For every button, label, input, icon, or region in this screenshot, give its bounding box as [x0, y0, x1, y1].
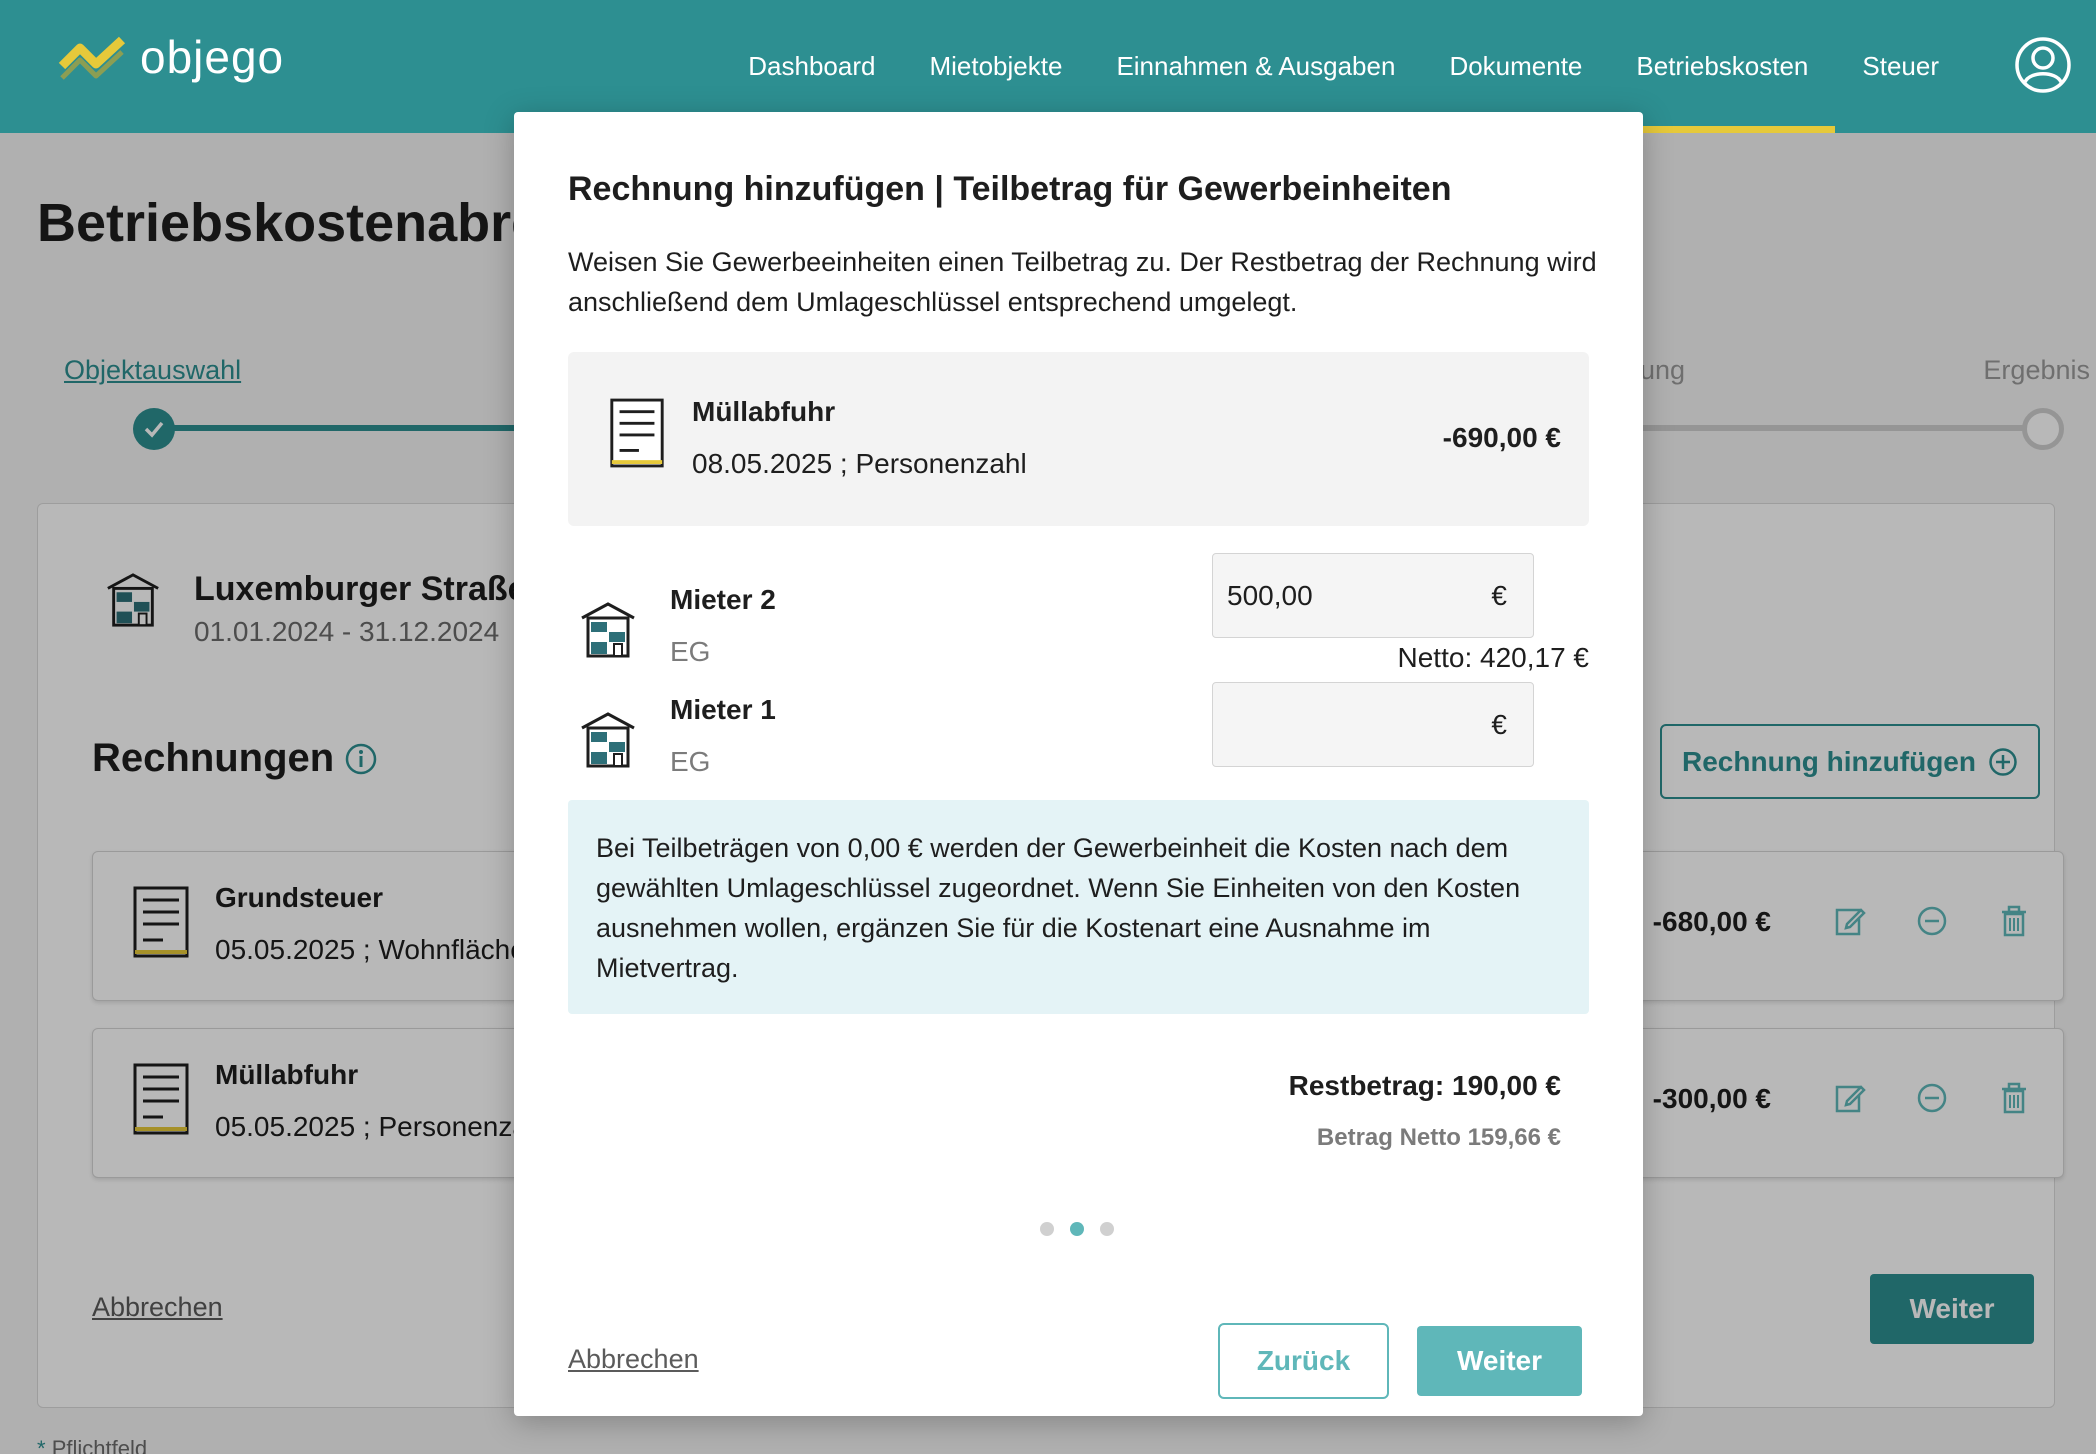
- modal-invoice-summary: Müllabfuhr 08.05.2025 ; Personenzahl -69…: [568, 352, 1589, 526]
- step-pagination: [1040, 1222, 1114, 1236]
- pagination-dot-active: [1070, 1222, 1084, 1236]
- amount-field-mieter-2: €: [1212, 553, 1534, 638]
- amount-field-mieter-1: €: [1212, 682, 1534, 767]
- user-account-icon[interactable]: [2014, 36, 2072, 94]
- logo[interactable]: objego: [58, 30, 284, 84]
- tenant-unit: EG: [670, 636, 711, 667]
- add-invoice-modal: Rechnung hinzufügen | Teilbetrag für Gew…: [514, 112, 1643, 1416]
- modal-next-button[interactable]: Weiter: [1417, 1326, 1582, 1396]
- amount-input-mieter-1[interactable]: [1213, 683, 1473, 766]
- building-icon: [581, 712, 635, 768]
- modal-invoice-meta: 08.05.2025 ; Personenzahl: [692, 448, 1027, 479]
- info-note: Bei Teilbeträgen von 0,00 € werden der G…: [568, 800, 1589, 1014]
- currency-label: €: [1491, 709, 1507, 740]
- logo-text: objego: [140, 31, 285, 83]
- rest-amount: Restbetrag: 190,00 €: [1288, 1070, 1561, 1101]
- tenant-unit: EG: [670, 746, 711, 777]
- rest-amount-netto: Betrag Netto 159,66 €: [1316, 1124, 1561, 1151]
- invoice-document-icon: [610, 398, 664, 468]
- logo-mark-icon: [58, 36, 126, 80]
- pagination-dot: [1040, 1222, 1054, 1236]
- currency-label: €: [1491, 580, 1507, 611]
- netto-amount-mieter-2: Netto: 420,17 €: [1397, 642, 1589, 673]
- modal-invoice-name: Müllabfuhr: [692, 396, 836, 427]
- tenant-name: Mieter 2: [670, 584, 776, 615]
- building-icon: [581, 602, 635, 658]
- amount-input-mieter-2[interactable]: [1213, 554, 1473, 637]
- modal-back-button[interactable]: Zurück: [1218, 1323, 1389, 1399]
- modal-cancel-link[interactable]: Abbrechen: [568, 1344, 699, 1375]
- modal-description: Weisen Sie Gewerbeeinheiten einen Teilbe…: [568, 247, 1597, 317]
- modal-invoice-amount: -690,00 €: [1442, 422, 1561, 453]
- pagination-dot: [1100, 1222, 1114, 1236]
- nav-betriebskosten[interactable]: Betriebskosten: [1609, 0, 1836, 133]
- modal-title: Rechnung hinzufügen | Teilbetrag für Gew…: [568, 170, 1452, 208]
- tenant-name: Mieter 1: [670, 694, 776, 725]
- nav-steuer[interactable]: Steuer: [1835, 0, 1966, 133]
